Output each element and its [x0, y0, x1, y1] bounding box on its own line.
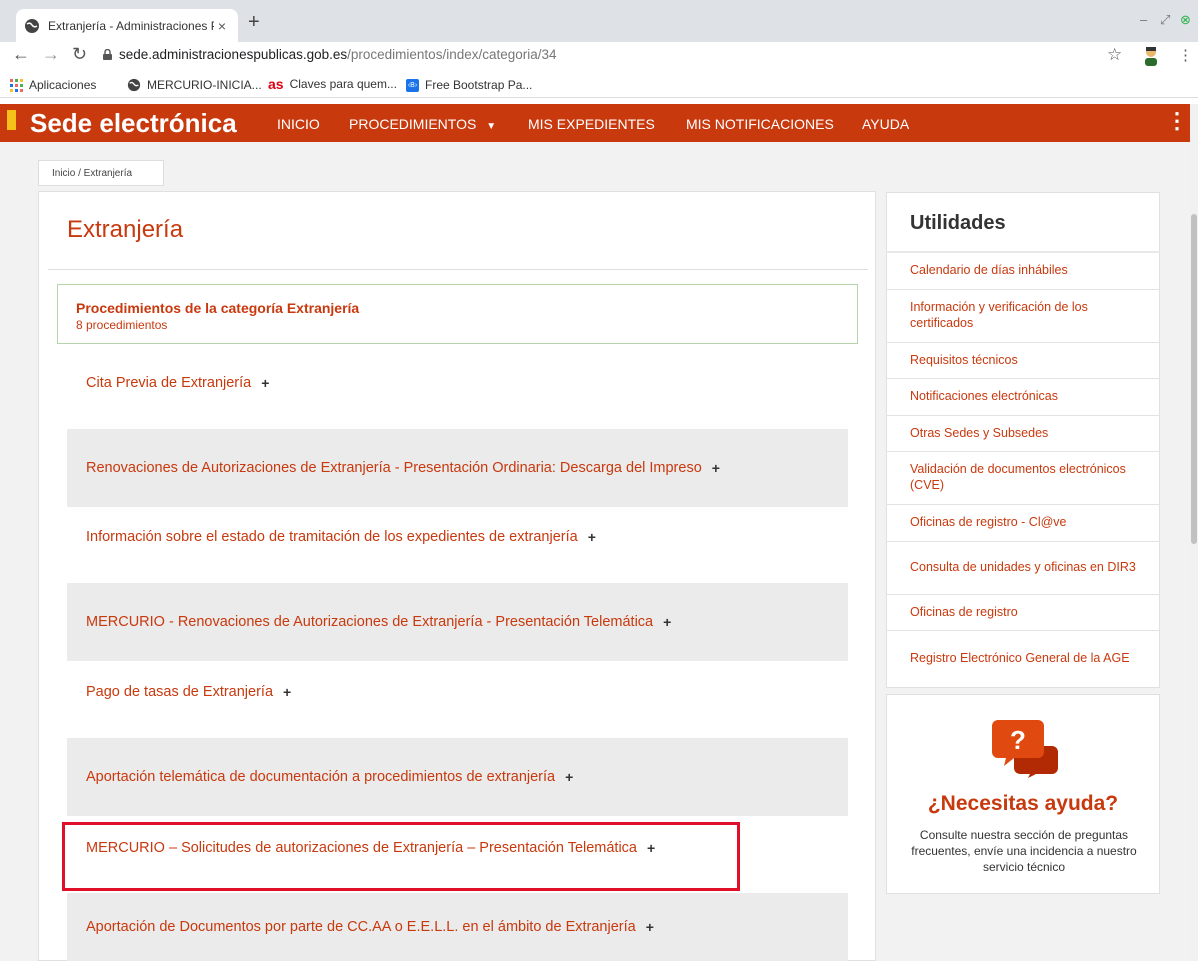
bookmark-apps[interactable]: Aplicaciones — [10, 78, 96, 92]
url-host: sede.administracionespublicas.gob.es — [119, 47, 348, 62]
restore-icon[interactable]: ⤢ — [1160, 12, 1170, 28]
procedure-item[interactable]: Cita Previa de Extranjería + — [67, 344, 848, 422]
bookmark-label: Claves para quem... — [289, 77, 397, 91]
utility-link[interactable]: Notificaciones electrónicas — [886, 379, 1160, 416]
procedure-item[interactable]: Pago de tasas de Extranjería + — [67, 653, 848, 731]
bookmark-label: MERCURIO-INICIA... — [147, 78, 262, 92]
procedure-label: Aportación telemática de documentación a… — [86, 769, 556, 785]
utility-link[interactable]: Consulta de unidades y oficinas en DIR3 — [886, 542, 1160, 595]
close-window-icon[interactable]: ⊗ — [1180, 12, 1191, 28]
procedure-item[interactable]: Información sobre el estado de tramitaci… — [67, 498, 848, 576]
procedure-label: Renovaciones de Autorizaciones de Extran… — [86, 460, 702, 476]
scrollbar-thumb[interactable] — [1191, 214, 1197, 544]
expand-plus-icon[interactable]: + — [663, 614, 671, 630]
category-box: Procedimientos de la categoría Extranjer… — [57, 284, 858, 344]
utility-link[interactable]: Información y verificación de los certif… — [886, 290, 1160, 343]
bookmark-label: Free Bootstrap Pa... — [425, 78, 533, 92]
utility-link[interactable]: Otras Sedes y Subsedes — [886, 416, 1160, 452]
utility-link[interactable]: Oficinas de registro — [886, 595, 1160, 631]
bootstrap-icon: ‹B› — [406, 78, 419, 92]
procedure-item[interactable]: Aportación telemática de documentación a… — [67, 738, 848, 816]
back-icon[interactable]: ← — [12, 44, 30, 65]
utility-link[interactable]: Registro Electrónico General de la AGE — [886, 631, 1160, 687]
expand-plus-icon[interactable]: + — [712, 460, 720, 476]
utility-link[interactable]: Validación de documentos electrónicos (C… — [886, 452, 1160, 505]
site-brand[interactable]: Sede electrónica — [30, 108, 237, 139]
bookmarks-bar: Aplicaciones MERCURIO-INICIA... as Clave… — [0, 72, 1198, 98]
lock-icon — [103, 49, 112, 60]
category-title: Procedimientos de la categoría Extranjer… — [76, 300, 360, 316]
procedure-label: Información sobre el estado de tramitaci… — [86, 529, 578, 545]
nav-ayuda[interactable]: AYUDA — [862, 116, 909, 132]
bookmark-bootstrap[interactable]: ‹B› Free Bootstrap Pa... — [406, 78, 532, 92]
nav-procedimientos[interactable]: PROCEDIMIENTOS ▼ — [349, 116, 496, 132]
chat-question-icon: ? — [992, 720, 1058, 778]
bookmark-mercurio[interactable]: MERCURIO-INICIA... — [127, 78, 262, 92]
procedure-label: MERCURIO - Renovaciones de Autorizacione… — [86, 614, 654, 630]
as-logo-icon: as — [268, 76, 284, 92]
bookmark-claves[interactable]: as Claves para quem... — [268, 76, 397, 92]
minimize-icon[interactable]: – — [1140, 12, 1147, 27]
procedure-item[interactable]: Renovaciones de Autorizaciones de Extran… — [67, 429, 848, 507]
browser-menu-icon[interactable]: ⋮ — [1178, 46, 1193, 64]
divider — [48, 269, 868, 270]
nav-label: PROCEDIMIENTOS — [349, 116, 477, 132]
nav-mis-notificaciones[interactable]: MIS NOTIFICACIONES — [686, 116, 834, 132]
utility-link[interactable]: Oficinas de registro - Cl@ve — [886, 505, 1160, 542]
bookmark-star-icon[interactable]: ☆ — [1107, 45, 1122, 65]
tab-title: Extranjería - Administraciones P — [48, 18, 214, 33]
page-title: Extranjería — [67, 216, 184, 243]
nav-inicio[interactable]: INICIO — [277, 116, 320, 132]
category-count: 8 procedimientos — [76, 318, 168, 332]
globe-icon — [127, 78, 141, 92]
close-tab-icon[interactable]: × — [214, 18, 230, 34]
utilities-title: Utilidades — [910, 212, 1006, 234]
reload-icon[interactable]: ↻ — [72, 44, 87, 65]
expand-plus-icon[interactable]: + — [565, 769, 573, 785]
procedure-label: Cita Previa de Extranjería — [86, 375, 252, 391]
utility-link[interactable]: Calendario de días inhábiles — [886, 253, 1160, 290]
highlight-box — [62, 822, 740, 891]
caret-down-icon: ▼ — [486, 121, 497, 132]
procedure-item[interactable]: MERCURIO - Renovaciones de Autorizacione… — [67, 583, 848, 661]
forward-icon[interactable]: → — [42, 44, 60, 65]
expand-plus-icon[interactable]: + — [261, 375, 269, 391]
profile-avatar-icon[interactable] — [1142, 46, 1160, 66]
address-bar[interactable]: sede.administracionespublicas.gob.es/pro… — [119, 47, 557, 62]
nav-mis-expedientes[interactable]: MIS EXPEDIENTES — [528, 116, 655, 132]
globe-icon — [25, 18, 39, 33]
site-menu-icon[interactable]: ⋮ — [1166, 108, 1188, 134]
svg-text:?: ? — [1010, 725, 1026, 755]
help-text: Consulte nuestra sección de preguntas fr… — [911, 828, 1137, 875]
procedure-label: Pago de tasas de Extranjería — [86, 684, 274, 700]
expand-plus-icon[interactable]: + — [646, 919, 654, 935]
new-tab-icon[interactable]: + — [248, 11, 260, 34]
utility-link[interactable]: Requisitos técnicos — [886, 343, 1160, 379]
expand-plus-icon[interactable]: + — [588, 529, 596, 545]
expand-plus-icon[interactable]: + — [283, 684, 291, 700]
procedure-label: Aportación de Documentos por parte de CC… — [86, 919, 636, 935]
apps-grid-icon — [10, 78, 23, 92]
bookmark-label: Aplicaciones — [29, 78, 97, 92]
browser-tab[interactable]: Extranjería - Administraciones P × — [16, 9, 238, 42]
help-title[interactable]: ¿Necesitas ayuda? — [886, 792, 1160, 816]
procedure-item[interactable]: Aportación de Documentos por parte de CC… — [67, 893, 848, 961]
breadcrumb[interactable]: Inicio / Extranjería — [38, 160, 164, 186]
spain-flag-icon — [7, 104, 16, 136]
url-path: /procedimientos/index/categoria/34 — [347, 47, 557, 62]
